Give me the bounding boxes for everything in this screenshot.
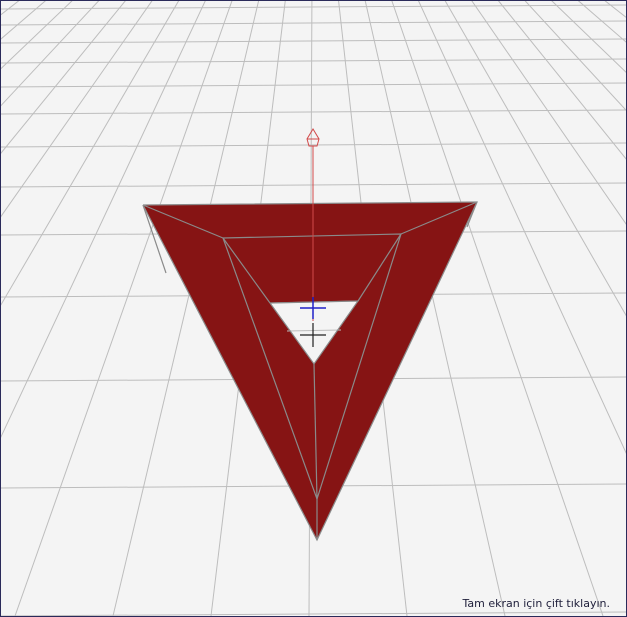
fullscreen-hint: Tam ekran için çift tıklayın. [462, 597, 610, 610]
3d-viewport[interactable]: Tam ekran için çift tıklayın. [0, 0, 627, 617]
scene-canvas[interactable] [1, 1, 626, 616]
